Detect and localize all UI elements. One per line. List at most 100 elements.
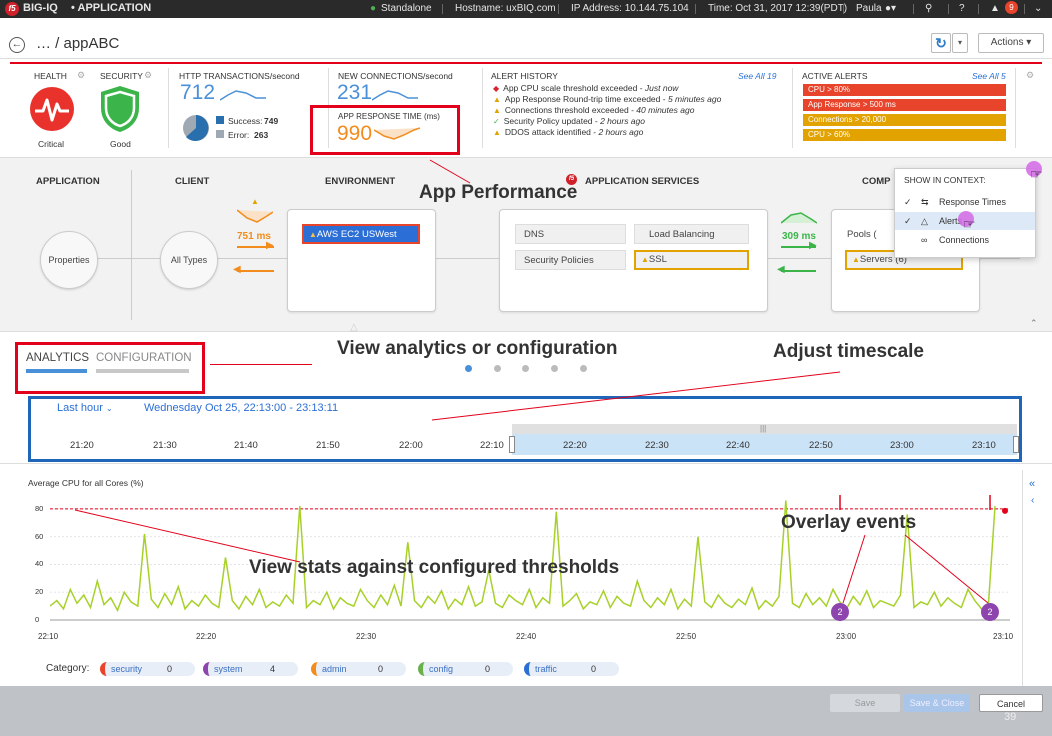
warning-icon: ▲ [251, 197, 259, 206]
warning-icon: ▲ [641, 255, 649, 264]
active-alert-bar[interactable]: App Response > 500 ms [803, 99, 1006, 111]
conn-value: 231 [337, 81, 373, 104]
back-button[interactable]: ← [9, 37, 25, 53]
column-divider [131, 170, 132, 320]
hand-cursor-icon: ☞ [963, 216, 976, 232]
expand-icon[interactable]: « [1029, 478, 1035, 490]
server-time: Time: Oct 31, 2017 12:39(PDT) [708, 3, 848, 14]
arrow-left-icon: ◀ [233, 264, 241, 275]
gear-icon[interactable]: ⚙ [144, 70, 152, 81]
bell-icon[interactable]: ▲ [990, 3, 1000, 14]
timeline-tick-label: 21:40 [234, 440, 258, 451]
save-button[interactable]: Save [830, 694, 900, 712]
warning-icon: ▲ [309, 230, 317, 239]
drag-grip-icon[interactable]: ||| [760, 424, 766, 433]
service-security-policies[interactable]: Security Policies [515, 250, 626, 270]
timeline-handle-left[interactable] [509, 436, 515, 453]
swap-icon: ⇆ [921, 197, 929, 207]
timeline-selection[interactable] [512, 434, 1017, 455]
alert-history-item[interactable]: ▲ DDOS attack identified - 2 hours ago [493, 127, 793, 138]
alert-history-text: App Response Round-trip time exceeded - [504, 94, 668, 104]
http-value: 712 [180, 81, 216, 104]
gear-icon[interactable]: ⚙ [77, 70, 85, 81]
category-name: config [429, 664, 454, 674]
service-ssl[interactable]: ▲SSL [634, 250, 749, 270]
chevron-left-icon[interactable]: ‹ [1031, 495, 1034, 506]
active-alerts-see-all-link[interactable]: See All 5 [972, 71, 1006, 81]
category-filter-security[interactable]: security 0 [100, 662, 195, 676]
alert-history-text: Connections threshold exceeded - [504, 105, 637, 115]
pools-label[interactable]: Pools ( [847, 229, 877, 240]
active-alert-bar[interactable]: CPU > 80% [803, 84, 1006, 96]
user-icon[interactable]: ●▾ [885, 3, 896, 14]
range-select-label: Last hour [57, 402, 103, 414]
category-filter-system[interactable]: system 4 [203, 662, 298, 676]
context-item-connections[interactable]: ∞ Connections [895, 231, 1035, 249]
active-alert-bar[interactable]: CPU > 60% [803, 129, 1006, 141]
category-filter-admin[interactable]: admin 0 [311, 662, 406, 676]
tab-configuration[interactable]: CONFIGURATION [96, 352, 192, 364]
chevron-down-icon[interactable]: ⌄ [1034, 3, 1042, 14]
category-count: 0 [485, 664, 491, 674]
help-icon[interactable]: ? [959, 3, 965, 14]
alert-diamond-icon: ◆ [493, 84, 500, 93]
check-icon: ✓ [904, 197, 912, 207]
tab-analytics[interactable]: ANALYTICS [26, 352, 89, 364]
carousel-dot[interactable] [494, 365, 501, 372]
gear-icon[interactable]: ⚙ [1026, 70, 1034, 81]
service-dns[interactable]: DNS [515, 224, 626, 244]
properties-button[interactable]: Properties [40, 231, 98, 289]
annotation-adjust-timescale: Adjust timescale [773, 341, 924, 362]
annotation-app-performance: App Performance [419, 182, 578, 203]
refresh-dropdown[interactable]: ▾ [952, 33, 968, 53]
alert-history-item[interactable]: ◆ App CPU scale threshold exceeded - Just… [493, 83, 793, 94]
y-tick-label: 40 [35, 559, 44, 569]
save-close-button[interactable]: Save & Close [904, 694, 970, 712]
category-filter-traffic[interactable]: traffic 0 [524, 662, 619, 676]
error-legend-swatch [216, 130, 224, 138]
success-legend-swatch [216, 116, 224, 124]
annotation-view-analytics: View analytics or configuration [337, 338, 618, 359]
ip-address: IP Address: 10.144.75.104 [571, 3, 689, 14]
warning-icon: ▲ [852, 255, 860, 264]
carousel-dot[interactable] [551, 365, 558, 372]
error-value: 263 [254, 130, 269, 140]
f5-logo: f5 [5, 2, 19, 16]
tab-analytics-underline [26, 369, 87, 373]
category-label: Category: [46, 663, 90, 674]
alert-history-time: 5 minutes ago [667, 94, 722, 104]
breadcrumb[interactable]: … / appABC [36, 35, 119, 52]
user-menu[interactable]: Paula [856, 3, 882, 14]
y-tick-label: 0 [35, 615, 40, 624]
timeline-handle-right[interactable] [1013, 436, 1019, 453]
carousel-dot[interactable] [580, 365, 587, 372]
alert-history-time: 2 hours ago [598, 127, 644, 137]
threshold-marker [1002, 507, 1008, 514]
context-item-response-times[interactable]: ✓ ⇆ Response Times [895, 193, 1035, 211]
x-tick-label: 22:30 [356, 632, 377, 641]
service-load-balancing[interactable]: Load Balancing [634, 224, 749, 244]
all-types-button[interactable]: All Types [160, 231, 218, 289]
category-filter-config[interactable]: config 0 [418, 662, 513, 676]
alert-history-see-all-link[interactable]: See All 19 [738, 71, 776, 81]
active-alert-bar[interactable]: Connections > 20,000 [803, 114, 1006, 126]
alert-history-item[interactable]: ▲ App Response Round-trip time exceeded -… [493, 94, 793, 105]
carousel-dot[interactable] [522, 365, 529, 372]
alert-history-item[interactable]: ✓ Security Policy updated - 2 hours ago [493, 116, 793, 127]
cancel-button[interactable]: Cancel [979, 694, 1043, 712]
environment-chip[interactable]: ▲AWS EC2 USWest [302, 224, 420, 244]
annotation-arrow [210, 364, 312, 365]
timeline-tick-label: 22:10 [480, 440, 504, 451]
range-select[interactable]: Last hour ⌄ [57, 402, 113, 414]
actions-button[interactable]: Actions ▾ [978, 33, 1044, 53]
collapse-icon[interactable]: ⌃ [1030, 318, 1038, 329]
col-client: CLIENT [175, 176, 210, 187]
category-name: traffic [535, 664, 557, 674]
environment-chip-label: AWS EC2 USWest [316, 229, 397, 240]
carousel-dot[interactable] [465, 365, 472, 372]
search-icon[interactable]: ⚲ [925, 3, 932, 14]
refresh-button[interactable]: ↻ [931, 33, 951, 53]
resp-sparkline [374, 127, 420, 140]
alert-history-item[interactable]: ▲ Connections threshold exceeded - 40 min… [493, 105, 793, 116]
notification-badge: 9 [1005, 1, 1018, 14]
